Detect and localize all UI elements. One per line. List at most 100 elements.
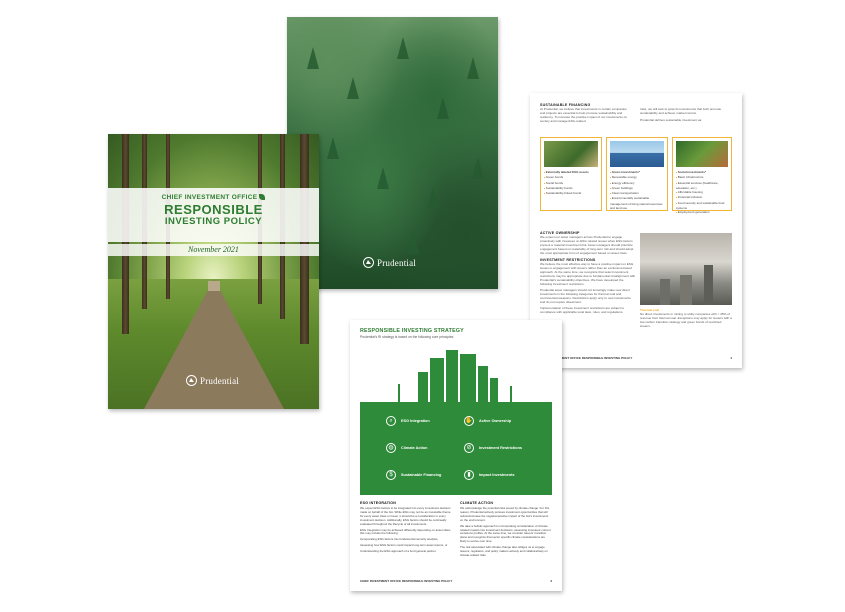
brochure-mockup: Prudential CHIEF INVESTMENT OFFICE RESPO… <box>0 0 845 612</box>
column-text: We take a holistic approach to incorpora… <box>460 523 551 544</box>
tree-shape <box>397 37 409 59</box>
bullet-item: Assessing how ESG factors could impact l… <box>360 543 448 548</box>
building <box>418 372 428 402</box>
esg-integration-column: ESG INTEGRATION We expect ESG factors to… <box>360 501 451 554</box>
principle-label: Active Ownership <box>479 419 512 423</box>
inside-page-3: RESPONSIBLE INVESTING STRATEGY Prudentia… <box>350 320 562 591</box>
principle-esg-integration: ⌕ ESG Integration <box>386 416 430 426</box>
card-photo <box>610 141 664 167</box>
tree-shape <box>327 137 339 159</box>
smokestack <box>704 265 713 305</box>
tree-shape <box>437 97 449 119</box>
bullet-item: Incorporating ESG factors into fundament… <box>360 537 439 542</box>
list-item: Sustainability-linked bonds <box>544 191 598 196</box>
section-text: We expect our asset managers across Prud… <box>540 235 634 255</box>
page-footer: CHIEF INVESTMENT OFFICE RESPONSIBLE INVE… <box>540 356 732 360</box>
front-cover: CHIEF INVESTMENT OFFICE RESPONSIBLE INVE… <box>108 134 319 409</box>
tree-shape <box>377 167 389 189</box>
principle-sustainable-financing: $ Sustainable Financing <box>386 470 441 480</box>
page-subtitle: Prudential's RI strategy is based on the… <box>360 335 455 339</box>
logo-wordmark: Prudential <box>377 257 416 268</box>
principle-label: Impact Investments <box>479 473 515 477</box>
column-text: ESG Integration may be achieved differen… <box>360 527 451 536</box>
column-title: CLIMATE ACTION <box>460 501 494 505</box>
card-list: Externally labeled ESG assets Green bond… <box>544 170 598 196</box>
rock-icon <box>363 257 374 268</box>
column-text: We expect ESG factors to be integrated i… <box>360 506 451 526</box>
city-skyline-illustration <box>360 346 552 402</box>
building <box>430 358 444 402</box>
cover-date: November 2021 <box>108 244 319 256</box>
page-number: 4 <box>730 356 732 360</box>
column-text: The risk associated with climate change … <box>460 545 548 557</box>
principle-label: Sustainable Financing <box>401 473 442 477</box>
office-label: CHIEF INVESTMENT OFFICE <box>108 194 319 201</box>
principle-active-ownership: ✋ Active Ownership <box>464 416 511 426</box>
tree-shape <box>307 47 319 69</box>
page-title: RESPONSIBLE INVESTING STRATEGY <box>360 328 464 334</box>
coins-icon: $ <box>386 470 396 480</box>
building <box>460 354 476 402</box>
list-item: Essential services (healthcare, educatio… <box>676 181 728 191</box>
section-text: risks, we will look to grow its investme… <box>640 107 722 115</box>
principle-label: Climate Action <box>401 446 428 450</box>
card-list: Social investments* Basic infrastructure… <box>676 170 728 216</box>
card-social-investments: Social investments* Basic infrastructure… <box>672 137 732 214</box>
climate-action-column: CLIMATE ACTION We acknowledge the potent… <box>460 501 551 558</box>
column-title: ESG INTEGRATION <box>360 501 397 505</box>
coal-plant-photo <box>640 233 732 305</box>
page-number: 3 <box>550 579 552 583</box>
section-text: Prudential asset managers should not kno… <box>540 288 631 304</box>
smokestack <box>680 275 692 305</box>
section-text: Prudential defines sustainable investmen… <box>640 118 703 122</box>
section-text: At Prudential, we believe that investmen… <box>540 107 628 123</box>
search-icon: ⌕ <box>386 416 396 426</box>
page-footer: CHIEF INVESTMENT OFFICE RESPONSIBLE INVE… <box>360 579 552 583</box>
principle-climate-action: ◍ Climate Action <box>386 443 427 453</box>
handshake-icon: ✋ <box>464 416 474 426</box>
tree-shape <box>467 57 479 79</box>
footer-label: CHIEF INVESTMENT OFFICE RESPONSIBLE INVE… <box>360 579 453 583</box>
cover-title-line2: INVESTING POLICY <box>164 216 263 227</box>
caption-text: No direct investments in mining or utili… <box>640 312 732 328</box>
card-green-investments: Green investments* Renewable energy Ener… <box>606 137 668 211</box>
cover-title-band: CHIEF INVESTMENT OFFICE RESPONSIBLE INVE… <box>108 188 319 242</box>
building <box>490 378 498 402</box>
leaf-icon <box>259 194 266 201</box>
principle-label: Investment Restrictions <box>479 446 523 450</box>
building <box>478 366 488 402</box>
thermal-coal-caption: Thermal coal No direct investments in mi… <box>640 308 732 328</box>
active-ownership-section: ACTIVE OWNERSHIP We expect our asset man… <box>540 231 636 314</box>
smokestack <box>660 279 670 305</box>
prudential-logo: Prudential <box>186 375 239 386</box>
building <box>446 350 458 402</box>
list-item: Environmentally sustainable management o… <box>610 196 664 210</box>
prudential-logo: Prudential <box>363 257 416 268</box>
chart-icon: ▮ <box>464 470 474 480</box>
list-item: Employment generation <box>676 210 728 215</box>
card-list: Green investments* Renewable energy Ener… <box>610 170 664 210</box>
card-photo <box>676 141 728 167</box>
tree-shape <box>407 232 419 254</box>
bullet-item: Understanding the ESG approach of a fund… <box>360 549 437 554</box>
tree-shape <box>472 157 484 179</box>
tree-shape <box>347 77 359 99</box>
section-text: Implementation of these investment restr… <box>540 306 625 314</box>
principle-impact-investments: ▮ Impact Investments <box>464 470 514 480</box>
logo-wordmark: Prudential <box>200 375 239 386</box>
section-text: We believe the most effective way to hav… <box>540 262 636 286</box>
principles-panel: ⌕ ESG Integration ✋ Active Ownership ◍ C… <box>360 402 552 495</box>
sustainable-financing-col2: risks, we will look to grow its investme… <box>640 107 732 122</box>
cover-title-line1: RESPONSIBLE <box>164 202 263 217</box>
tree-shape <box>427 187 439 209</box>
principle-label: ESG Integration <box>401 419 430 423</box>
rock-icon <box>186 375 197 386</box>
globe-icon: ◍ <box>386 443 396 453</box>
wind-turbine-icon <box>398 384 400 402</box>
card-esg-assets: Externally labeled ESG assets Green bond… <box>540 137 602 211</box>
column-text: We acknowledge the potential risks posed… <box>460 506 550 522</box>
wind-turbine-icon <box>510 386 512 402</box>
list-item: Food security and sustainable food syste… <box>676 201 728 211</box>
block-icon: ⊘ <box>464 443 474 453</box>
card-photo <box>544 141 598 167</box>
